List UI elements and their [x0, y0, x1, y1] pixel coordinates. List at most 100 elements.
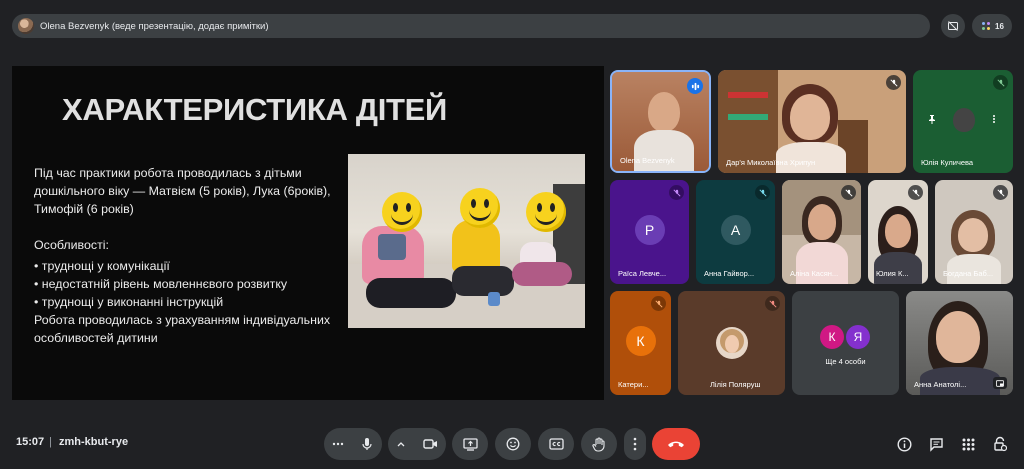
participant-name: Катери... — [618, 380, 649, 389]
participant-tile[interactable]: Богдана Баб... — [935, 180, 1013, 284]
participant-face — [958, 218, 988, 252]
participant-tile[interactable]: Olena Bezvenyk — [610, 70, 711, 173]
mic-off-icon — [886, 75, 901, 90]
avatar: Я — [846, 325, 870, 349]
end-call-button[interactable] — [652, 428, 700, 460]
slide-closing-text: Робота проводилась з урахуванням індивід… — [34, 313, 331, 345]
people-count: 16 — [995, 21, 1004, 31]
participant-body — [874, 252, 922, 284]
slide-intro-text: Під час практики робота проводилась з ді… — [34, 166, 331, 216]
audio-level-icon — [691, 82, 699, 90]
camera-control-group[interactable] — [388, 428, 446, 460]
participant-name: Юлия К... — [876, 269, 909, 278]
mic-off-icon — [765, 296, 780, 311]
people-button[interactable]: 16 — [972, 14, 1012, 38]
emoji-face — [526, 192, 566, 232]
slide-bullet-list: • труднощі у комунікації • недостатній р… — [34, 257, 287, 311]
picture-in-picture-icon[interactable] — [993, 377, 1007, 389]
pin-icon[interactable] — [927, 114, 937, 124]
present-button[interactable] — [452, 428, 488, 460]
avatar: К — [820, 325, 844, 349]
host-controls-icon — [994, 436, 1007, 452]
list-item: • труднощі у комунікації — [34, 259, 170, 273]
captions-icon — [548, 438, 564, 450]
participant-tile[interactable]: Дар'я Миколаївна Хрипун — [718, 70, 906, 173]
presenter-label: Olena Bezvenyk (веде презентацію, додає … — [40, 20, 269, 32]
mic-off-icon — [669, 185, 684, 200]
reactions-button[interactable] — [495, 428, 531, 460]
avatar — [18, 18, 34, 34]
presentation-slide: ХАРАКТЕРИСТИКА ДІТЕЙ Під час практики ро… — [12, 66, 604, 400]
info-icon — [896, 436, 912, 452]
presenter-bar[interactable]: Olena Bezvenyk (веде презентацію, додає … — [12, 14, 930, 38]
mic-off-icon — [755, 185, 770, 200]
slide-features-title: Особливості: — [34, 238, 109, 252]
mic-off-icon — [651, 296, 666, 311]
mic-control-group[interactable] — [324, 428, 382, 460]
chat-icon — [929, 437, 943, 452]
participant-tile[interactable]: Юлия К... — [868, 180, 928, 284]
mic-off-icon — [908, 185, 923, 200]
participant-face — [885, 214, 911, 248]
hide-tile-button[interactable] — [941, 14, 965, 38]
participant-tile[interactable]: Аліна Касян... — [782, 180, 861, 284]
camera-icon[interactable] — [423, 438, 438, 450]
emoji-face — [460, 188, 500, 228]
more-options-icon[interactable] — [332, 438, 344, 450]
list-item: • недостатній рівень мовленнєвого розвит… — [34, 277, 288, 291]
mic-icon[interactable] — [360, 437, 374, 451]
meeting-time: 15:07 — [16, 436, 45, 448]
mic-off-icon — [993, 185, 1008, 200]
meeting-details-button[interactable] — [893, 433, 915, 455]
participant-name: Аліна Касян... — [790, 269, 839, 278]
host-controls-button[interactable] — [989, 433, 1011, 455]
present-icon — [462, 437, 478, 451]
mic-off-icon — [841, 185, 856, 200]
participant-name: Olena Bezvenyk — [620, 156, 675, 165]
separator: | — [49, 436, 52, 448]
participant-body — [634, 130, 694, 171]
more-vert-icon[interactable] — [989, 114, 999, 124]
more-options-button[interactable] — [624, 428, 646, 460]
more-participants-label: Ще 4 особи — [825, 357, 866, 366]
raise-hand-button[interactable] — [581, 428, 617, 460]
participant-tile[interactable]: А Анна Гайвор... — [696, 180, 775, 284]
participant-tile[interactable]: Анна Анатолі... — [906, 291, 1013, 395]
participant-name: Раїса Левче... — [618, 269, 667, 278]
mic-off-icon — [993, 75, 1008, 90]
list-item: • труднощі у виконанні інструкцій — [34, 295, 224, 309]
raise-hand-icon — [592, 436, 605, 452]
avatar: Р — [634, 214, 665, 245]
participant-name: Дар'я Миколаївна Хрипун — [726, 158, 816, 167]
children-photo — [348, 154, 585, 328]
participant-name: Лілія Поляруш — [710, 380, 761, 389]
participant-name: Юлія Куличева — [921, 158, 974, 167]
more-vert-icon — [633, 437, 637, 451]
participant-tile[interactable]: К Катери... — [610, 291, 671, 395]
participant-face — [808, 204, 836, 240]
emoji-face — [382, 192, 422, 232]
tile-hover-controls — [927, 108, 999, 130]
activities-icon — [962, 438, 974, 450]
end-call-icon — [668, 441, 684, 448]
avatar: А — [720, 214, 751, 245]
participant-tile[interactable]: Лілія Поляруш — [678, 291, 785, 395]
activities-button[interactable] — [957, 433, 979, 455]
participant-name: Богдана Баб... — [943, 269, 994, 278]
avatar — [716, 327, 748, 359]
participant-face — [936, 311, 980, 363]
more-participants-tile[interactable]: К Я Ще 4 особи — [792, 291, 899, 395]
participant-name: Анна Анатолі... — [914, 380, 967, 389]
participant-name: Анна Гайвор... — [704, 269, 755, 278]
participant-tile[interactable]: Юлія Куличева — [913, 70, 1013, 173]
meeting-code: zmh-kbut-rye — [59, 436, 129, 448]
captions-button[interactable] — [538, 428, 574, 460]
speaking-indicator — [687, 78, 703, 94]
slide-title: ХАРАКТЕРИСТИКА ДІТЕЙ — [62, 92, 448, 127]
emoji-icon — [506, 437, 520, 451]
avatar: К — [625, 325, 656, 356]
participant-tile[interactable]: Р Раїса Левче... — [610, 180, 689, 284]
hide-self-view-icon — [948, 21, 958, 31]
chevron-up-icon[interactable] — [396, 439, 406, 449]
chat-button[interactable] — [925, 433, 947, 455]
